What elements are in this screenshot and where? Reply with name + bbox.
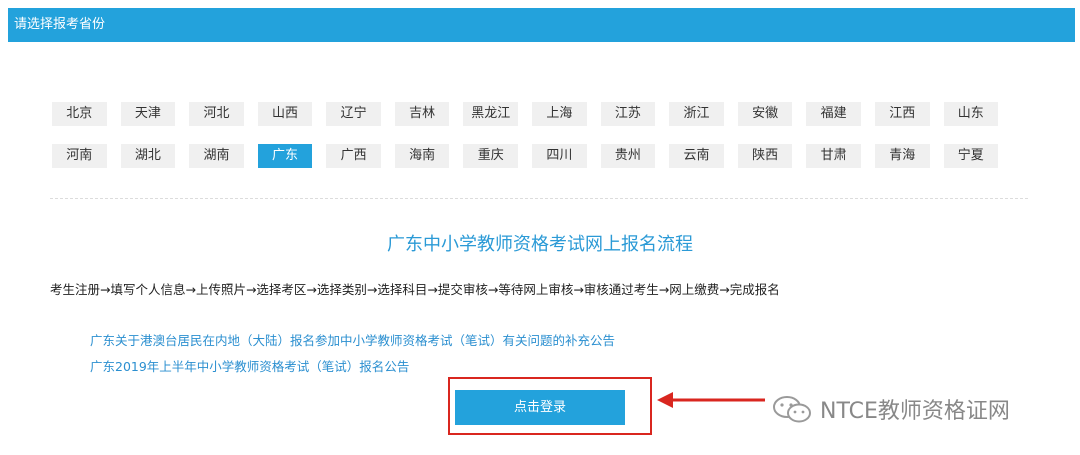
province-button[interactable]: 江苏 (600, 102, 656, 126)
province-button[interactable]: 浙江 (669, 102, 724, 126)
watermark: NTCE教师资格证网 (770, 393, 1010, 425)
province-button[interactable]: 云南 (669, 144, 724, 168)
province-row-1: 北京 天津 河北 山西 辽宁 吉林 黑龙江 上海 江苏 浙江 安徽 福建 江西 … (52, 102, 1012, 126)
province-button[interactable]: 江西 (874, 102, 930, 126)
province-button[interactable]: 山东 (943, 102, 999, 126)
notice-link-registration[interactable]: 广东2019年上半年中小学教师资格考试（笔试）报名公告 (90, 356, 409, 375)
page-title: 请选择报考省份 (14, 17, 106, 32)
header-bar: 请选择报考省份 (8, 8, 1075, 42)
province-button[interactable]: 福建 (806, 102, 861, 126)
province-button[interactable]: 甘肃 (806, 144, 861, 168)
province-button[interactable]: 山西 (257, 102, 313, 126)
province-button[interactable]: 湖北 (120, 144, 176, 168)
province-row-2: 河南 湖北 湖南 广东 广西 海南 重庆 四川 贵州 云南 陕西 甘肃 青海 宁… (52, 144, 1012, 168)
province-button[interactable]: 河北 (189, 102, 244, 126)
flow-steps: 考生注册→填写个人信息→上传照片→选择考区→选择类别→选择科目→提交审核→等待网… (50, 282, 780, 297)
province-button[interactable]: 辽宁 (326, 102, 381, 126)
login-button[interactable]: 点击登录 (455, 390, 625, 425)
province-button[interactable]: 陕西 (737, 144, 793, 168)
province-button[interactable]: 安徽 (737, 102, 793, 126)
section-divider (50, 198, 1028, 199)
province-button[interactable]: 重庆 (463, 144, 519, 168)
wechat-icon (773, 396, 811, 423)
province-button[interactable]: 四川 (532, 144, 587, 168)
province-button[interactable]: 青海 (874, 144, 930, 168)
province-button[interactable]: 黑龙江 (463, 102, 519, 126)
province-button[interactable]: 上海 (532, 102, 587, 126)
notice-link-supplement[interactable]: 广东关于港澳台居民在内地（大陆）报名参加中小学教师资格考试（笔试）有关问题的补充… (90, 330, 615, 349)
annotation-arrow-icon (657, 392, 765, 408)
province-button[interactable]: 广西 (326, 144, 381, 168)
province-button[interactable]: 湖南 (189, 144, 244, 168)
flow-title: 广东中小学教师资格考试网上报名流程 (387, 234, 693, 255)
province-button[interactable]: 天津 (120, 102, 176, 126)
province-selector: 北京 天津 河北 山西 辽宁 吉林 黑龙江 上海 江苏 浙江 安徽 福建 江西 … (52, 102, 1012, 186)
province-button[interactable]: 宁夏 (943, 144, 999, 168)
province-button[interactable]: 北京 (52, 102, 107, 126)
province-button[interactable]: 海南 (394, 144, 450, 168)
province-button[interactable]: 吉林 (394, 102, 450, 126)
watermark-text: NTCE教师资格证网 (820, 399, 1010, 424)
province-button[interactable]: 河南 (52, 144, 107, 168)
province-button-selected[interactable]: 广东 (257, 144, 313, 168)
province-button[interactable]: 贵州 (600, 144, 656, 168)
